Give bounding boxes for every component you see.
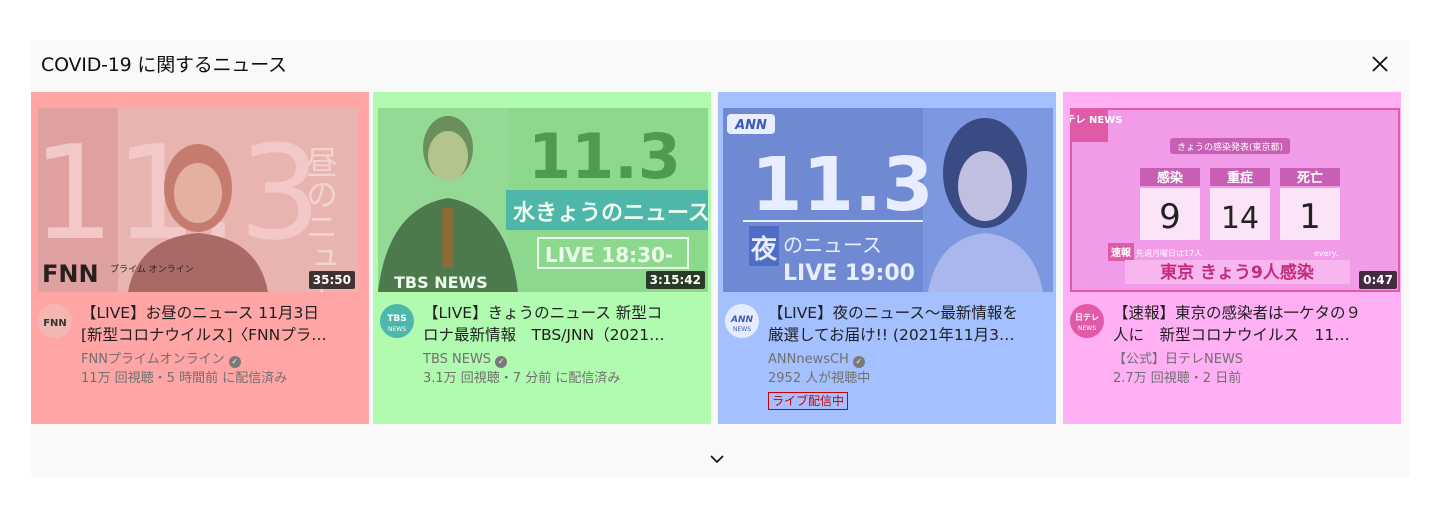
avatar-text: TBS — [387, 314, 406, 324]
channel-name-text: FNNプライムオンライン — [81, 352, 225, 367]
channel-avatar[interactable]: 日テレ NEWS — [1070, 304, 1104, 338]
thumb-v3: 1 — [1299, 197, 1321, 237]
channel-name-text: TBS NEWS — [423, 352, 492, 367]
video-card-1[interactable]: 11.3 昼のニュース FNN プライム オンライン 35:50 FNN 【LI… — [31, 92, 369, 424]
thumb-v1: 9 — [1159, 197, 1181, 237]
thumb-logo: 日テレ NEWS — [1070, 114, 1122, 126]
verified-icon: ✓ — [852, 356, 865, 368]
video-card-4[interactable]: 日テレ NEWS きょうの感染発表(東京都) 感染 重症 死亡 9 14 1 速… — [1063, 92, 1401, 424]
thumb-every: every. — [1314, 249, 1338, 258]
thumb-c2: 重症 — [1227, 170, 1253, 186]
live-badge: ライブ配信中 — [768, 392, 849, 410]
duration-badge: 0:47 — [1359, 271, 1397, 289]
channel-name-text: 【公式】日テレNEWS — [1113, 352, 1244, 367]
thumb-flash: 速報 — [1111, 246, 1132, 259]
thumb-prev: 先週月曜日は17人 — [1136, 248, 1202, 258]
channel-name[interactable]: TBS NEWS ✓ — [423, 350, 673, 369]
channel-name[interactable]: 【公式】日テレNEWS — [1113, 350, 1363, 369]
verified-icon: ✓ — [495, 356, 508, 368]
thumb-logo: ANN — [734, 118, 767, 133]
video-card-2[interactable]: 11.3 水きょうのニュース LIVE 18:30- TBS NEWS 3:15… — [373, 92, 711, 424]
video-title[interactable]: 【LIVE】きょうのニュース 新型コロナ最新情報 TBS/JNN（2021年11… — [423, 302, 673, 346]
video-title[interactable]: 【LIVE】お昼のニュース 11月3日 [新型コロナウイルス]〈FNNプライムオ… — [81, 302, 331, 346]
video-stats: 3.1万 回視聴・7 分前 に配信済み — [423, 371, 621, 386]
avatar-text: ANN — [730, 315, 753, 325]
thumb-banner: 水きょうのニュース — [513, 201, 708, 226]
video-thumbnail[interactable]: ANN 11.3 夜 のニュース LIVE 19:00 — [723, 108, 1053, 292]
video-stats: 2952 人が視聴中 — [768, 371, 871, 386]
channel-name[interactable]: FNNプライムオンライン ✓ — [81, 350, 331, 369]
thumb-live: LIVE 18:30- — [545, 243, 673, 267]
thumb-header: きょうの感染発表(東京都) — [1177, 141, 1283, 153]
verified-icon: ✓ — [228, 356, 241, 368]
thumb-v2: 14 — [1221, 201, 1259, 236]
video-title[interactable]: 【LIVE】夜のニュース〜最新情報を厳選してお届け!! (2021年11月3日) — [768, 302, 1018, 346]
video-thumbnail[interactable]: 11.3 昼のニュース FNN プライム オンライン 35:50 — [38, 108, 358, 292]
avatar-text: 日テレ — [1075, 313, 1099, 322]
avatar-sub: NEWS — [388, 326, 406, 333]
thumb-live: LIVE 19:00 — [783, 261, 915, 286]
thumb-c1: 感染 — [1157, 170, 1184, 186]
shelf-title: COVID-19 に関するニュース — [41, 54, 287, 76]
news-shelf: COVID-19 に関するニュース 11.3 昼のニュース FNN プライム オ… — [31, 40, 1410, 477]
duration-badge: 35:50 — [308, 271, 355, 289]
thumb-date: 11.3 — [751, 142, 934, 228]
video-stats: 2.7万 回視聴・2 日前 — [1113, 371, 1242, 386]
video-stats: 11万 回視聴・5 時間前 に配信済み — [81, 371, 288, 386]
avatar-sub: NEWS — [733, 326, 751, 333]
video-thumbnail[interactable]: 日テレ NEWS きょうの感染発表(東京都) 感染 重症 死亡 9 14 1 速… — [1070, 108, 1400, 292]
video-card-3[interactable]: ANN 11.3 夜 のニュース LIVE 19:00 ANN NEWS 【LI… — [718, 92, 1056, 424]
video-thumbnail[interactable]: 11.3 水きょうのニュース LIVE 18:30- TBS NEWS 3:15… — [378, 108, 708, 292]
close-icon[interactable] — [1367, 51, 1393, 77]
thumb-c3: 死亡 — [1297, 170, 1323, 186]
avatar-text: FNN — [43, 318, 67, 329]
avatar-sub: NEWS — [1078, 325, 1096, 332]
channel-avatar[interactable]: TBS NEWS — [380, 304, 414, 338]
channel-avatar[interactable]: ANN NEWS — [725, 304, 759, 338]
thumb-brand: TBS NEWS — [394, 273, 488, 292]
thumb-banner: のニュース — [783, 233, 882, 257]
channel-name[interactable]: ANNnewsCH ✓ — [768, 350, 1018, 369]
chevron-down-icon[interactable] — [705, 451, 729, 467]
thumb-night: 夜 — [750, 234, 778, 265]
channel-avatar[interactable]: FNN — [38, 304, 72, 338]
video-title[interactable]: 【速報】東京の感染者は一ケタの９人に 新型コロナウイルス 11月3日 — [1113, 302, 1363, 346]
channel-name-text: ANNnewsCH — [768, 352, 849, 367]
thumb-date: 11.3 — [528, 120, 681, 193]
duration-badge: 3:15:42 — [645, 271, 705, 289]
thumb-brand-small: プライム オンライン — [110, 264, 194, 275]
thumb-brand: FNN — [42, 260, 99, 288]
thumb-headline: 東京 きょう9人感染 — [1160, 262, 1314, 283]
